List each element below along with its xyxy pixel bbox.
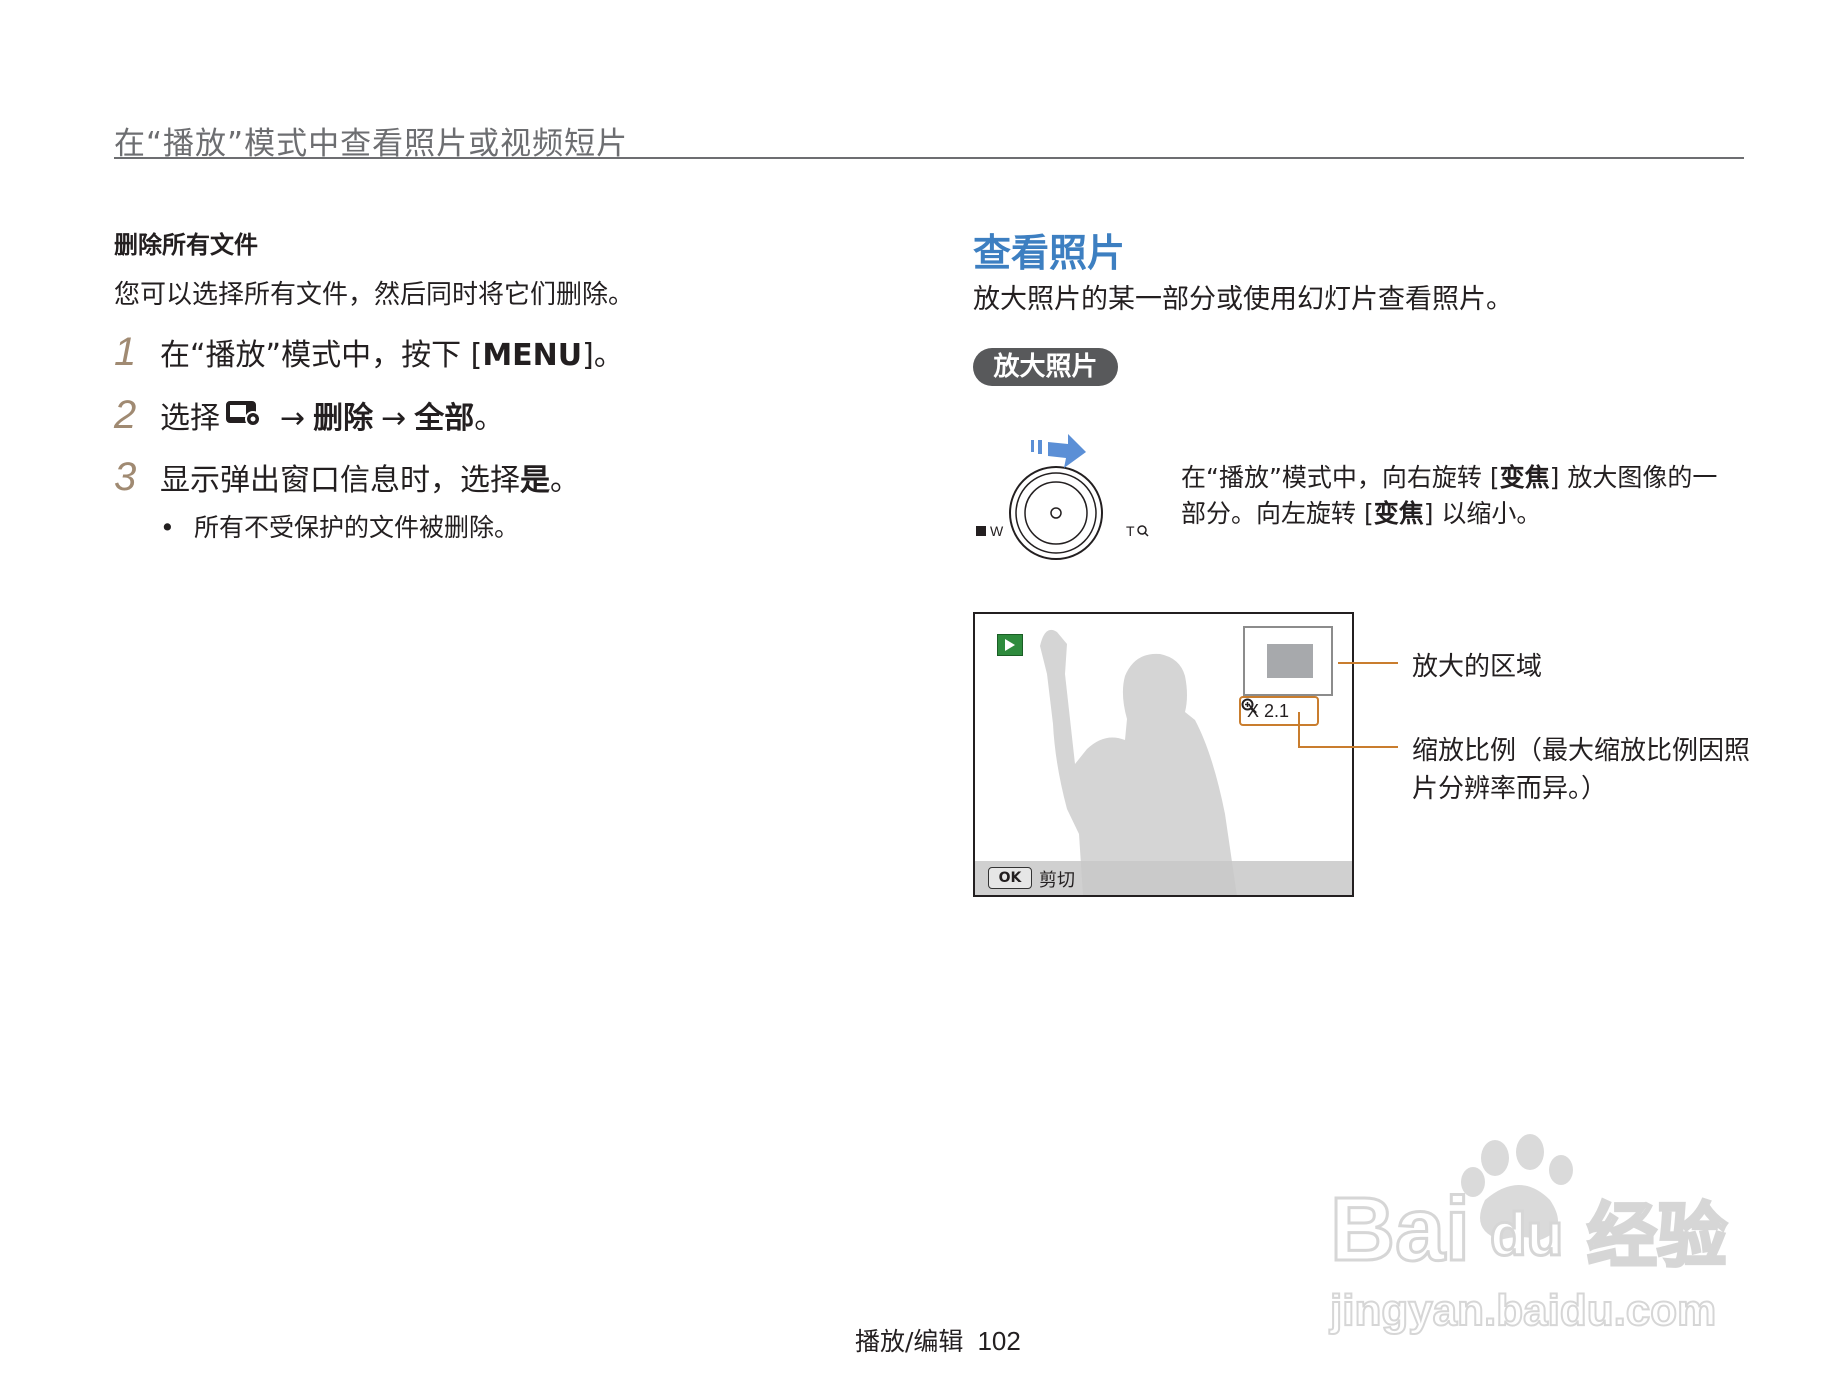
zoom-key: 变焦 <box>1373 499 1424 528</box>
bullet-dot: • <box>160 513 175 542</box>
right-section-title: 查看照片 <box>973 231 1126 275</box>
step-number: 2 <box>114 393 137 437</box>
step-key: MENU <box>482 338 583 373</box>
step-text-end: 。 <box>550 463 580 498</box>
zoom-text-part: 在“播放”模式中，向右旋转 [ <box>1181 463 1500 492</box>
step-text-end: ]。 <box>582 338 624 373</box>
zoom-key: 变焦 <box>1499 463 1550 492</box>
right-section-description: 放大照片的某一部分或使用幻灯片查看照片。 <box>973 284 1513 315</box>
page-footer: 播放/编辑 102 <box>855 1322 1021 1358</box>
watermark-brand: Bai <box>1330 1180 1470 1280</box>
step-3: 3 显示弹出窗口信息时，选择是。 <box>114 455 580 500</box>
step-text-end: 。 <box>474 401 505 436</box>
step-2: 2 选择 → 删除 → 全部。 <box>114 393 504 438</box>
watermark-url: jingyan.baidu.com <box>1329 1286 1716 1335</box>
screen-bottom-bar: OK 剪切 <box>975 861 1352 895</box>
bullet-note: • 所有不受保护的文件被删除。 <box>160 508 519 544</box>
menu-delete: 删除 <box>313 401 374 436</box>
zoom-dial-icon: W T <box>976 434 1149 560</box>
subsection-pill: 放大照片 <box>973 348 1118 386</box>
bullet-text: 所有不受保护的文件被删除。 <box>194 513 520 542</box>
section-title: 删除所有文件 <box>114 231 258 259</box>
step-number: 3 <box>114 455 137 499</box>
section-description: 您可以选择所有文件，然后同时将它们删除。 <box>114 280 635 310</box>
step-text: 选择 <box>160 401 220 436</box>
baidu-jingyan-watermark: Bai du 经验 jingyan.baidu.com <box>1328 1134 1729 1336</box>
step-1: 1 在“播放”模式中，按下 [MENU]。 <box>114 330 624 375</box>
callout-line-ratio-vertical <box>1298 712 1300 748</box>
camera-screen-illustration: X 2.1 OK 剪切 <box>973 612 1354 897</box>
menu-playback-settings-icon <box>226 401 261 427</box>
menu-all: 全部 <box>414 401 475 436</box>
magnifier-icon <box>1241 698 1257 714</box>
zoom-ratio-badge: X 2.1 <box>1239 696 1319 726</box>
callout-label-area: 放大的区域 <box>1412 652 1543 682</box>
header-divider <box>114 157 1744 159</box>
zoomed-area-indicator <box>1267 644 1313 678</box>
step-text: 在“播放”模式中，按下 [ <box>160 338 483 373</box>
arrow: → <box>280 401 306 436</box>
play-mode-icon <box>997 634 1023 656</box>
zoom-instructions: 在“播放”模式中，向右旋转 [变焦] 放大图像的一部分。向左旋转 [变焦] 以缩… <box>1181 460 1741 532</box>
dial-w-label: W <box>990 523 1004 539</box>
step-text: 显示弹出窗口信息时，选择 <box>160 463 520 498</box>
dial-t-label: T <box>1126 523 1135 539</box>
page-number: 102 <box>977 1326 1021 1356</box>
callout-line-area <box>1338 662 1398 664</box>
watermark-brand-cn: 经验 <box>1587 1195 1727 1277</box>
callout-line-ratio <box>1298 746 1398 748</box>
ok-button[interactable]: OK <box>988 867 1032 889</box>
zoom-text-part: ] 以缩小。 <box>1423 499 1542 528</box>
callout-label-ratio: 缩放比例（最大缩放比例因照片分辨率而异。） <box>1412 736 1751 804</box>
arrow: → <box>381 401 407 436</box>
step-key: 是 <box>520 463 550 498</box>
zoom-navigator-box <box>1243 626 1333 696</box>
step-number: 1 <box>114 330 137 374</box>
crop-label: 剪切 <box>1039 870 1075 891</box>
watermark-brand-2: du <box>1490 1201 1563 1268</box>
footer-section: 播放/编辑 <box>855 1327 964 1356</box>
